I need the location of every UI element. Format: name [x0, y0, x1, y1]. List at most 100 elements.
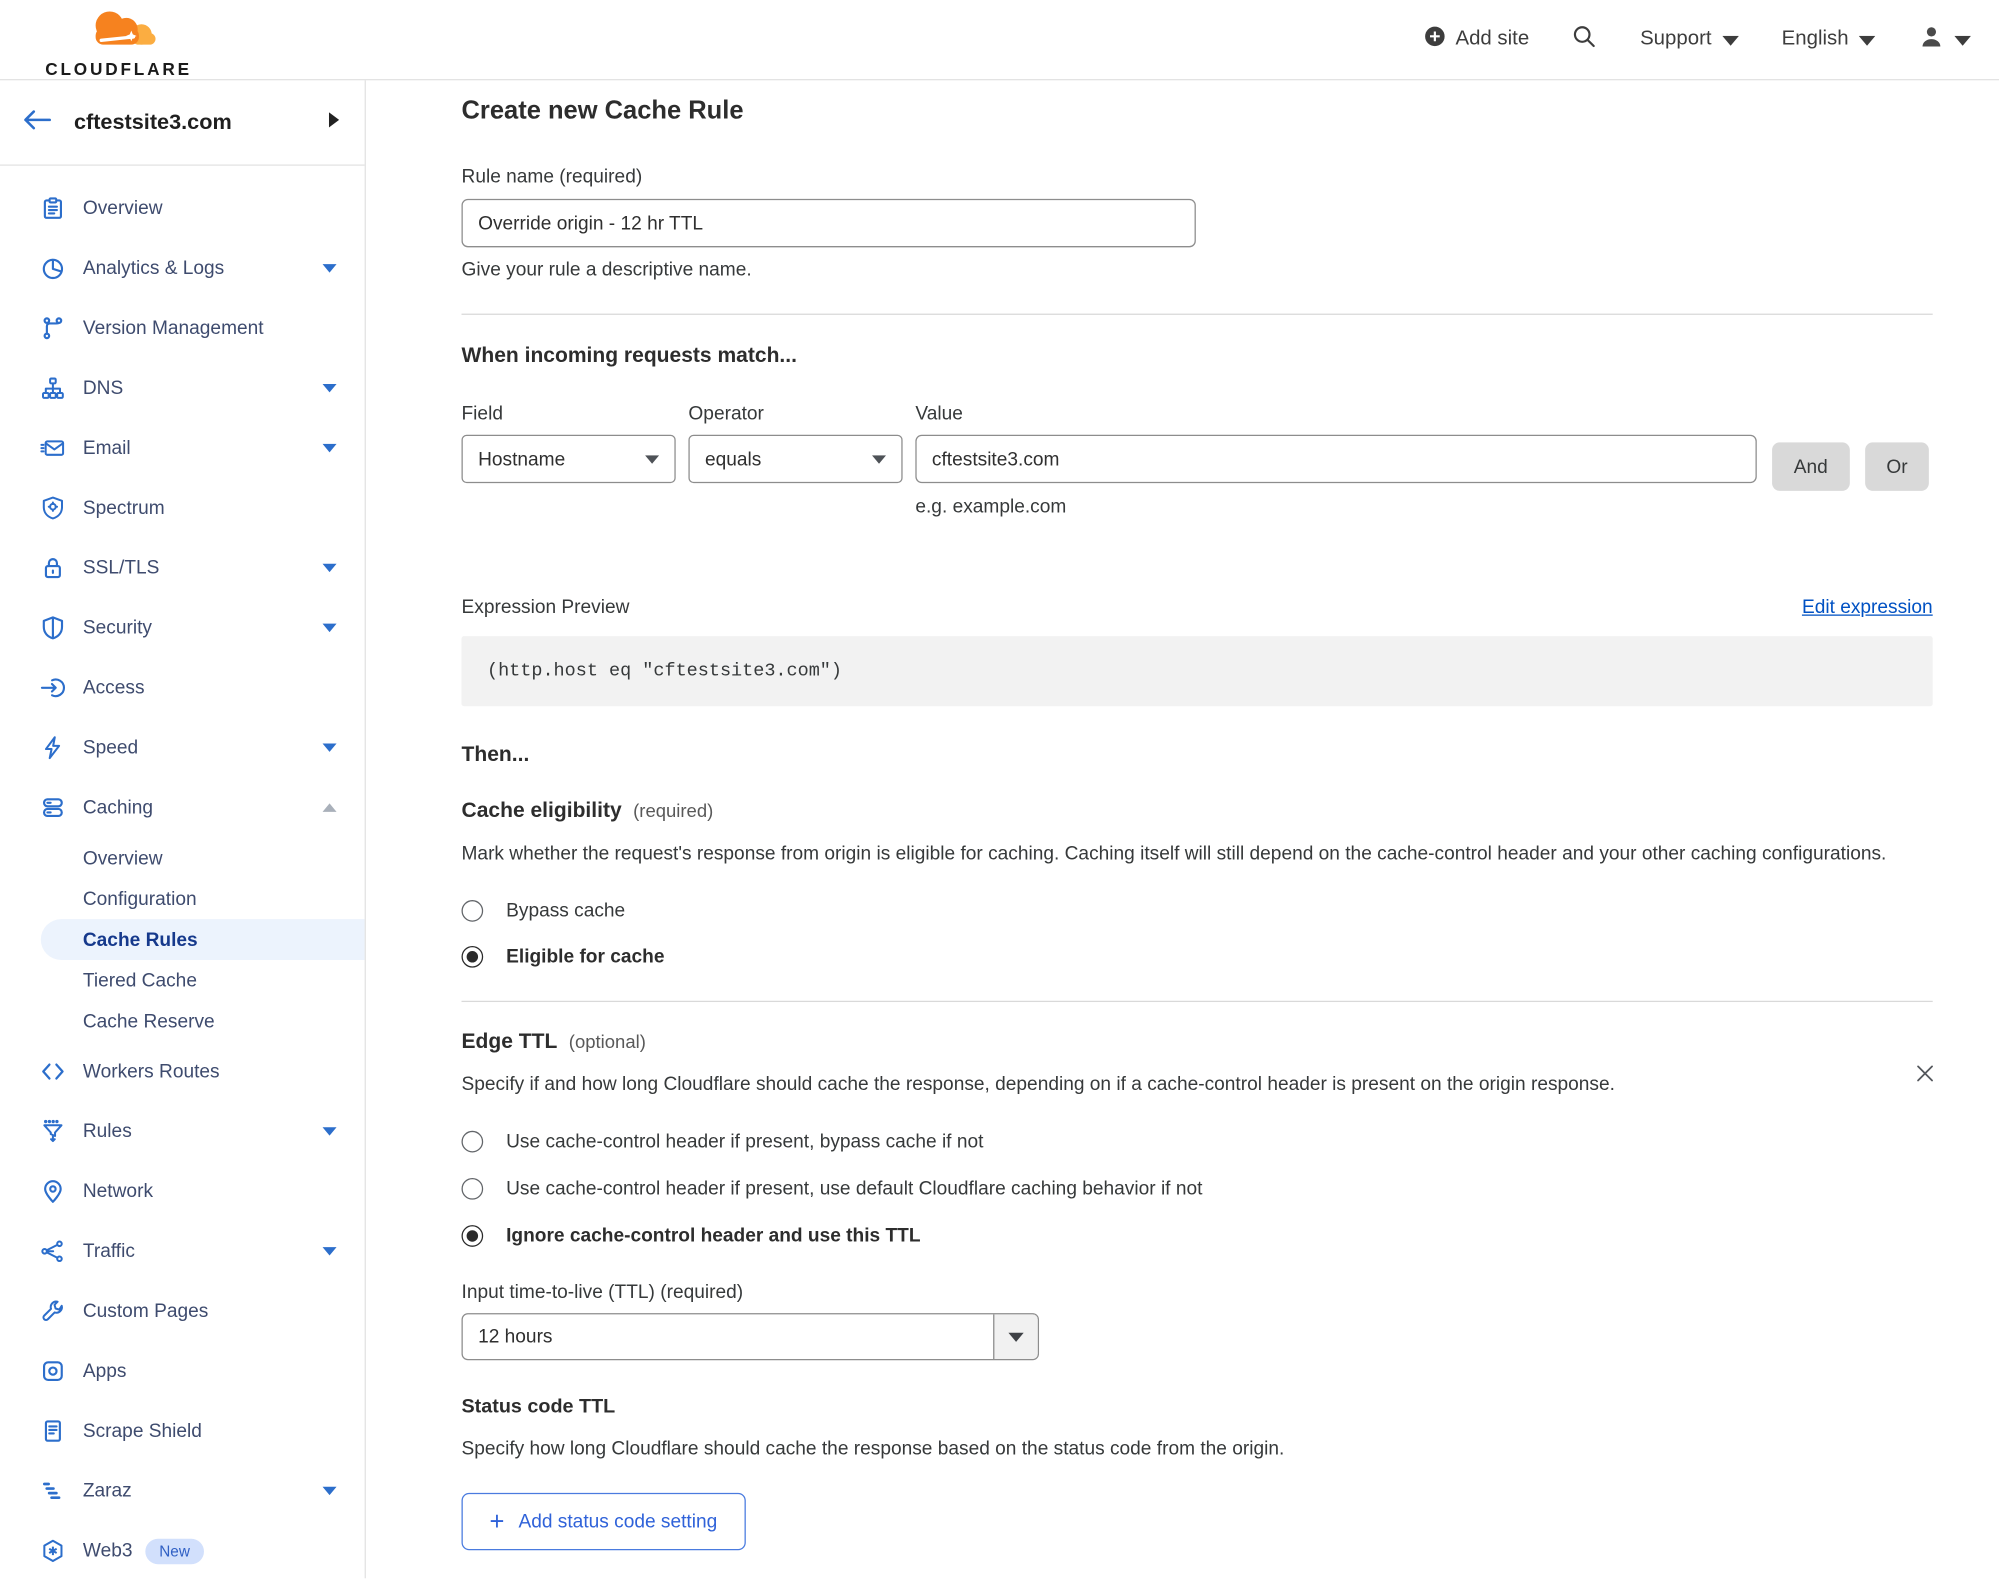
radio-unselected-icon — [461, 1177, 484, 1200]
expression-code: (http.host eq "cftestsite3.com") — [487, 661, 842, 682]
scrape-shield-doc-icon — [38, 1417, 66, 1445]
required-tag: (required) — [633, 801, 714, 823]
sidebar-item-rules[interactable]: Rules — [0, 1101, 365, 1161]
field-select[interactable]: Hostname — [461, 434, 676, 484]
sidebar-item-ssl-tls[interactable]: SSL/TLS — [0, 538, 365, 598]
chevron-down-icon — [322, 383, 337, 393]
value-input[interactable] — [915, 434, 1757, 484]
chevron-down-icon — [322, 1127, 337, 1136]
add-status-code-setting-button[interactable]: + Add status code setting — [461, 1492, 746, 1551]
expression-preview-box: (http.host eq "cftestsite3.com") — [461, 636, 1933, 707]
topbar-actions: Add site Support English — [1424, 24, 1971, 56]
rules-filter-icon — [38, 1117, 66, 1145]
sidebar-subitem-caching-configuration[interactable]: Configuration — [0, 878, 365, 919]
chevron-down-icon — [645, 454, 660, 464]
close-icon[interactable] — [1910, 1058, 1941, 1092]
radio-unselected-icon — [461, 1130, 484, 1153]
sidebar-item-label: Web3 — [82, 1540, 133, 1562]
version-management-icon — [38, 314, 66, 342]
rule-name-helper: Give your rule a descriptive name. — [461, 258, 752, 281]
status-code-ttl-description: Specify how long Cloudflare should cache… — [461, 1438, 1285, 1460]
edit-expression-link[interactable]: Edit expression — [1802, 597, 1933, 619]
site-caret-icon[interactable] — [328, 111, 340, 134]
sidebar-item-scrape-shield[interactable]: Scrape Shield — [0, 1401, 365, 1461]
sidebar-item-speed[interactable]: Speed — [0, 718, 365, 778]
expression-header: Expression Preview Edit expression — [462, 597, 1933, 619]
sidebar-subitem-caching-overview[interactable]: Overview — [0, 838, 365, 879]
sidebar-item-workers-routes[interactable]: Workers Routes — [0, 1042, 365, 1102]
plus-circle-icon — [1424, 25, 1446, 53]
language-menu[interactable]: English — [1782, 27, 1876, 52]
sidebar-item-label: Version Management — [82, 317, 264, 340]
rule-name-input[interactable] — [461, 198, 1196, 248]
radio-option-label: Use cache-control header if present, use… — [506, 1177, 1203, 1200]
radio-selected-icon — [461, 1225, 484, 1247]
bypass-cache-option[interactable]: Bypass cache — [461, 900, 1933, 922]
sidebar-item-access[interactable]: Access — [0, 658, 365, 718]
wrench-icon — [38, 1297, 66, 1325]
sidebar-item-email[interactable]: Email — [0, 418, 365, 478]
chevron-down-icon — [322, 443, 337, 453]
topbar: CLOUDFLARE Add site Support English — [0, 0, 1999, 81]
radio-unselected-icon — [461, 900, 484, 922]
cache-control-bypass-option[interactable]: Use cache-control header if present, byp… — [461, 1130, 1933, 1153]
sidebar-item-spectrum[interactable]: Spectrum — [0, 478, 365, 538]
radio-option-label: Use cache-control header if present, byp… — [506, 1130, 984, 1153]
sidebar-item-overview[interactable]: Overview — [0, 178, 365, 238]
operator-select[interactable]: equals — [688, 434, 903, 484]
sidebar-item-traffic[interactable]: Traffic — [0, 1221, 365, 1281]
analytics-icon — [38, 254, 66, 282]
sidebar-item-network[interactable]: Network — [0, 1161, 365, 1221]
traffic-icon — [38, 1237, 66, 1265]
divider — [461, 1000, 1933, 1003]
sidebar-item-label: SSL/TLS — [82, 557, 160, 579]
sidebar-item-label: Caching — [82, 796, 154, 819]
sidebar-item-dns[interactable]: DNS — [0, 358, 365, 418]
overview-icon — [38, 194, 66, 222]
chevron-down-icon — [1858, 29, 1876, 52]
sidebar-item-label: Email — [82, 437, 131, 459]
sidebar-item-version-management[interactable]: Version Management — [0, 298, 365, 358]
sidebar-item-label: Workers Routes — [82, 1060, 220, 1083]
and-button[interactable]: And — [1772, 442, 1850, 491]
sidebar-item-caching[interactable]: Caching — [0, 778, 365, 838]
sidebar-subitem-cache-rules[interactable]: Cache Rules — [40, 919, 365, 960]
sidebar-item-label: Scrape Shield — [82, 1420, 202, 1442]
sidebar-item-label: Speed — [82, 736, 139, 759]
sidebar-item-web3[interactable]: Web3 New — [0, 1521, 365, 1578]
operator-label: Operator — [688, 402, 764, 425]
sidebar-subitem-cache-reserve[interactable]: Cache Reserve — [0, 1001, 365, 1042]
cloudflare-cloud-icon — [69, 6, 168, 58]
workers-routes-icon — [38, 1058, 66, 1086]
sidebar-item-label: Apps — [82, 1360, 127, 1382]
main-content: Create new Cache Rule Rule name (require… — [366, 80, 1999, 1578]
operator-select-value: equals — [705, 448, 762, 470]
ttl-select[interactable]: 12 hours — [461, 1313, 1040, 1361]
or-button[interactable]: Or — [1864, 442, 1930, 491]
support-label: Support — [1640, 28, 1712, 50]
account-menu[interactable] — [1919, 24, 1971, 56]
optional-tag: (optional) — [568, 1032, 646, 1054]
ignore-cache-control-option[interactable]: Ignore cache-control header and use this… — [461, 1225, 1933, 1247]
cache-control-default-option[interactable]: Use cache-control header if present, use… — [461, 1177, 1933, 1200]
search-button[interactable] — [1573, 24, 1597, 55]
value-example: e.g. example.com — [915, 495, 1067, 518]
radio-option-label: Ignore cache-control header and use this… — [506, 1225, 921, 1247]
sidebar-item-apps[interactable]: Apps — [0, 1341, 365, 1401]
chevron-down-icon — [322, 1247, 337, 1256]
sidebar-item-custom-pages[interactable]: Custom Pages — [0, 1281, 365, 1341]
dns-icon — [38, 374, 66, 402]
sidebar-item-label: Spectrum — [82, 497, 165, 519]
add-site-button[interactable]: Add site — [1424, 25, 1529, 53]
back-arrow-icon[interactable] — [23, 109, 51, 136]
then-heading: Then... — [461, 743, 530, 767]
sidebar-subitem-tiered-cache[interactable]: Tiered Cache — [0, 960, 365, 1001]
page-title: Create new Cache Rule — [461, 96, 744, 125]
support-menu[interactable]: Support — [1640, 27, 1739, 52]
sidebar-item-security[interactable]: Security — [0, 598, 365, 658]
sidebar-item-zaraz[interactable]: Zaraz — [0, 1461, 365, 1521]
eligible-for-cache-option[interactable]: Eligible for cache — [461, 945, 1933, 968]
web3-icon — [38, 1537, 66, 1565]
sidebar-item-analytics-logs[interactable]: Analytics & Logs — [0, 238, 365, 298]
status-code-ttl-heading: Status code TTL — [461, 1395, 616, 1418]
